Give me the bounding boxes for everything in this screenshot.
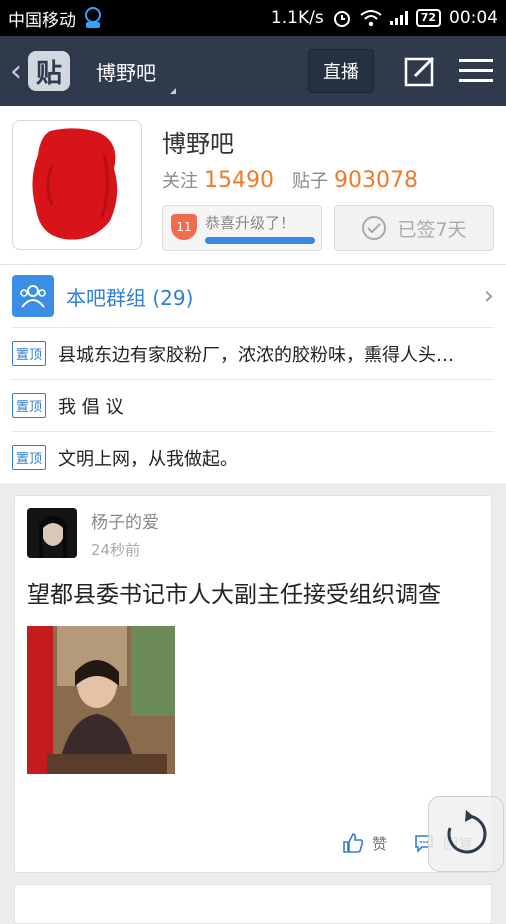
chevron-right-icon: ›: [483, 281, 494, 311]
group-icon: [12, 275, 54, 317]
like-label: 赞: [371, 834, 387, 853]
wifi-icon: [360, 10, 382, 27]
pinned-list: 置顶 县城东边有家胶粉厂，浓浓的胶粉味，熏得人头… 置顶 我 倡 议 置顶 文明…: [0, 327, 506, 483]
refresh-button[interactable]: [428, 796, 504, 872]
pinned-tag: 置顶: [12, 445, 47, 470]
nav-title-text: 博野吧: [96, 60, 156, 85]
level-progress-bar: [205, 237, 315, 244]
pinned-item[interactable]: 置顶 我 倡 议: [12, 379, 494, 431]
post-label: 贴子: [292, 171, 328, 192]
like-button[interactable]: 赞: [342, 832, 387, 854]
signal-icon: [389, 11, 408, 25]
pinned-tag: 置顶: [12, 393, 47, 418]
group-label: 本吧群组 (29): [66, 285, 194, 310]
post-time: 24秒前: [91, 541, 141, 559]
tieba-logo[interactable]: 贴: [28, 51, 70, 91]
post-card[interactable]: 杨子的爱 24秒前 望都县委书记市人大副主任接受组织调查 赞: [14, 495, 492, 873]
author-row: 杨子的爱 24秒前: [27, 508, 479, 560]
author-name[interactable]: 杨子的爱: [91, 508, 159, 533]
menu-icon[interactable]: [456, 51, 496, 91]
live-button[interactable]: 直播: [308, 49, 374, 93]
pinned-title: 我 倡 议: [58, 396, 124, 418]
clock: 00:04: [449, 8, 498, 28]
forum-name: 博野吧: [162, 130, 234, 158]
pinned-item[interactable]: 置顶 县城东边有家胶粉厂，浓浓的胶粉味，熏得人头…: [12, 327, 494, 379]
follow-count: 15490: [204, 168, 274, 193]
signed-button[interactable]: 已签7天: [334, 205, 494, 251]
dropdown-corner-icon: [170, 87, 176, 94]
refresh-icon: [447, 810, 487, 854]
battery-icon: 72: [415, 9, 441, 27]
compose-icon[interactable]: [400, 51, 440, 91]
level-text: 恭喜升级了！: [205, 214, 296, 232]
forum-info: 博野吧 关注 15490 贴子 903078 11 恭喜升级了！ 已签7天: [162, 120, 494, 251]
badges: 11 恭喜升级了！ 已签7天: [162, 205, 494, 251]
post-title[interactable]: 望都县委书记市人大副主任接受组织调查: [27, 578, 479, 612]
notification-icon: [85, 7, 101, 28]
alarm-icon: [333, 11, 350, 27]
thumbs-up-icon: [343, 833, 364, 853]
pinned-item[interactable]: 置顶 文明上网，从我做起。: [12, 431, 494, 483]
forum-stats: 关注 15490 贴子 903078: [162, 167, 494, 193]
forum-seal-image: [32, 128, 118, 240]
forum-avatar[interactable]: [12, 120, 142, 250]
post-image[interactable]: [27, 626, 175, 774]
author-avatar[interactable]: [27, 508, 77, 558]
nav-bar: ‹ 贴 博野吧 直播: [0, 36, 506, 106]
status-right: 1.1K/s 72 00:04: [271, 8, 498, 28]
back-icon[interactable]: ‹: [10, 54, 22, 89]
group-row[interactable]: 本吧群组 (29) ›: [0, 265, 506, 327]
status-bar: 中国移动 1.1K/s 72 00:04: [0, 0, 506, 36]
pinned-title: 文明上网，从我做起。: [58, 448, 239, 470]
network-speed: 1.1K/s: [270, 8, 324, 28]
post-count: 903078: [334, 168, 418, 193]
pinned-title: 县城东边有家胶粉厂，浓浓的胶粉味，熏得人头…: [58, 344, 455, 366]
follow-label: 关注: [162, 171, 198, 192]
next-post-card[interactable]: [14, 884, 492, 924]
pinned-tag: 置顶: [12, 341, 47, 366]
signed-label: 已签7天: [397, 218, 467, 241]
level-badge[interactable]: 11 恭喜升级了！: [162, 205, 322, 251]
nav-title[interactable]: 博野吧: [96, 57, 176, 94]
carrier-info: 中国移动: [8, 6, 104, 31]
level-icon: 11: [171, 214, 197, 240]
carrier-name: 中国移动: [8, 10, 76, 31]
author-meta: 杨子的爱 24秒前: [91, 508, 159, 560]
forum-header: 博野吧 关注 15490 贴子 903078 11 恭喜升级了！ 已签7天: [0, 106, 506, 264]
check-circle-icon: [362, 216, 387, 240]
